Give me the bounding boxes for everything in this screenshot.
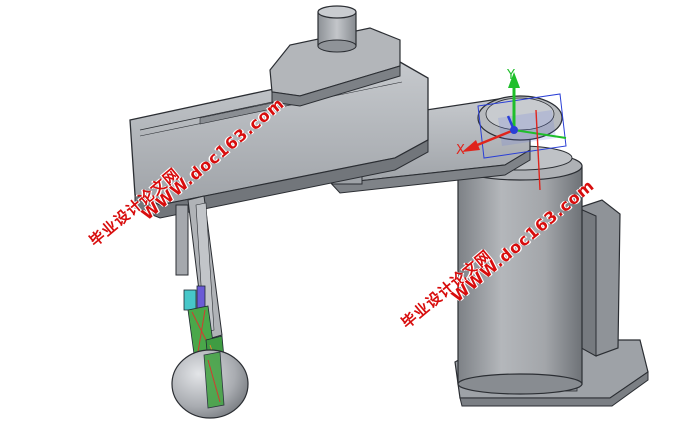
scara-robot-model[interactable] — [0, 0, 700, 425]
rear-support-plate[interactable] — [577, 199, 621, 357]
axis-label-x: X — [456, 143, 465, 158]
axis-label-y: Y — [507, 68, 515, 83]
cad-viewport[interactable]: Y X 毕业设计论文网 WWW.doc163.com 毕业设计论文网 WWW.d… — [0, 0, 700, 425]
gripped-ball[interactable] — [171, 349, 249, 419]
